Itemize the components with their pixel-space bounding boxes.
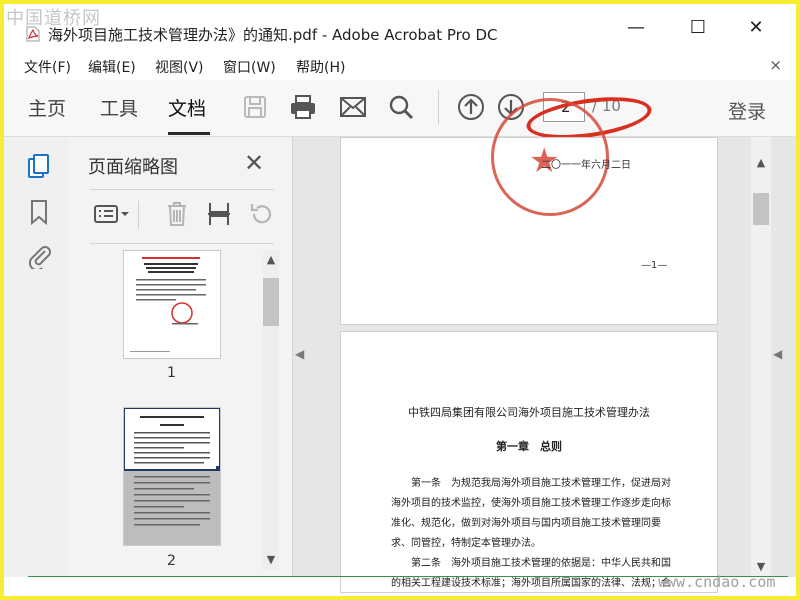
active-tab-indicator: [168, 132, 210, 135]
thumbnails-panel: 页面缩略图 ✕ 1 2 ▲ ▼: [68, 137, 293, 577]
watermark-bottom-right: www.cndao.com: [658, 573, 776, 591]
page-number: —1—: [641, 260, 668, 271]
menu-edit[interactable]: 编辑(E): [88, 57, 136, 77]
panel-divider-2: [90, 243, 274, 244]
delete-page-icon[interactable]: [160, 199, 194, 229]
window-title: 海外项目施工技术管理办法》的通知.pdf - Adobe Acrobat Pro…: [48, 26, 498, 44]
body-line: 海外项目的技术监控，使海外项目施工技术管理工作逐步走向标: [391, 498, 671, 509]
bookmark-icon[interactable]: [24, 197, 54, 227]
close-window-button[interactable]: ✕: [736, 16, 776, 40]
scroll-up-arrow-icon[interactable]: ▲: [263, 252, 279, 268]
chapter-heading: 第一章 总则: [496, 440, 562, 453]
body-line: 求、同管控，特制定本管理办法。: [391, 538, 541, 549]
panel-close-icon[interactable]: ✕: [244, 149, 264, 177]
tab-tools[interactable]: 工具: [100, 94, 138, 121]
doc-scroll-up-icon[interactable]: ▲: [753, 155, 769, 171]
search-icon[interactable]: [384, 90, 418, 124]
thumbnail-scrollbar[interactable]: ▲ ▼: [263, 250, 279, 570]
body-line: 第一条 为规范我局海外项目施工技术管理工作，促进局对: [411, 478, 671, 489]
thumbnail-label-2: 2: [167, 553, 176, 569]
toolbar-separator: [438, 90, 439, 124]
menu-close-icon[interactable]: ×: [769, 56, 782, 74]
thumbnail-label-1: 1: [167, 365, 176, 381]
scroll-down-arrow-icon[interactable]: ▼: [263, 552, 279, 568]
pdf-file-icon: [26, 26, 40, 42]
document-view[interactable]: ◀ ★ 二〇一一年六月二日 —1— 中铁四局集团有限公司海外项目施工技术管理办法…: [293, 98, 796, 593]
minimize-button[interactable]: —: [616, 16, 656, 40]
scrollbar-thumb[interactable]: [263, 278, 279, 326]
attachment-icon[interactable]: [24, 241, 54, 271]
navigation-rail: [4, 137, 69, 577]
email-icon[interactable]: [336, 90, 370, 124]
menu-bar: 文件(F) 编辑(E) 视图(V) 窗口(W) 帮助(H) ×: [4, 52, 796, 78]
document-page-1: ★ 二〇一一年六月二日 —1—: [340, 98, 718, 325]
rotate-page-icon[interactable]: [244, 199, 278, 229]
collapse-right-panel-icon[interactable]: ◀: [773, 347, 782, 361]
page-up-icon[interactable]: [454, 90, 488, 124]
document-date: 二〇一一年六月二日: [541, 160, 631, 171]
page-total-label: / 10: [592, 97, 621, 115]
body-line: 准化、规范化，做到对海外项目与国内项目施工技术管理同要: [391, 518, 661, 529]
doc-scrollbar-thumb[interactable]: [753, 193, 769, 225]
document-page-2: 中铁四局集团有限公司海外项目施工技术管理办法 第一章 总则 第一条 为规范我局海…: [340, 331, 718, 593]
menu-help[interactable]: 帮助(H): [296, 57, 345, 77]
panel-tool-separator: [138, 201, 139, 229]
app-window: 中国道桥网 海外项目施工技术管理办法》的通知.pdf - Adobe Acrob…: [0, 0, 800, 600]
save-icon[interactable]: [238, 90, 272, 124]
thumbnail-options-icon[interactable]: [90, 199, 134, 229]
login-button[interactable]: 登录: [728, 97, 766, 124]
extract-page-icon[interactable]: [202, 199, 236, 229]
page-thumbnail-1[interactable]: [123, 250, 221, 359]
document-title: 中铁四局集团有限公司海外项目施工技术管理办法: [408, 406, 650, 419]
menu-view[interactable]: 视图(V): [155, 57, 204, 77]
maximize-button[interactable]: ☐: [678, 16, 718, 40]
thumbnails-icon[interactable]: [24, 151, 54, 181]
toolbar: 主页 工具 文档 2 / 10 登录: [4, 80, 796, 137]
tab-document[interactable]: 文档: [168, 94, 206, 121]
title-bar: 中国道桥网 海外项目施工技术管理办法》的通知.pdf - Adobe Acrob…: [4, 4, 796, 46]
panel-divider: [90, 189, 274, 190]
page-thumbnail-2[interactable]: [123, 407, 221, 546]
tab-home[interactable]: 主页: [28, 94, 66, 121]
panel-title: 页面缩略图: [88, 157, 178, 178]
body-line: 第二条 海外项目施工技术管理的依据是：中华人民共和国: [411, 558, 671, 569]
menu-file[interactable]: 文件(F): [24, 57, 71, 77]
collapse-left-panel-icon[interactable]: ◀: [295, 347, 304, 361]
print-icon[interactable]: [286, 90, 320, 124]
document-scrollbar[interactable]: ▲ ▼: [751, 137, 771, 577]
menu-window[interactable]: 窗口(W): [223, 57, 276, 77]
